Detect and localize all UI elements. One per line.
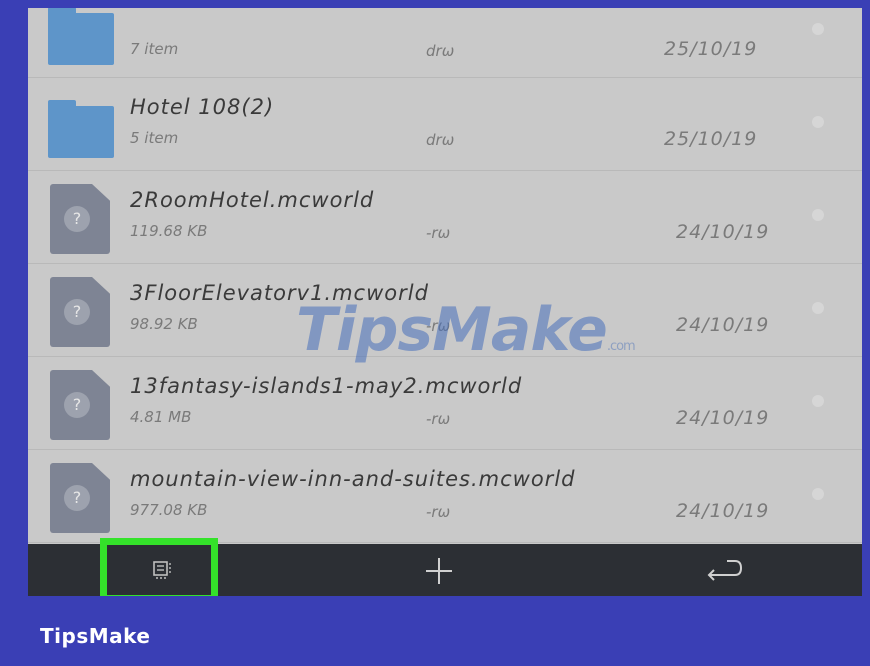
select-dot-icon[interactable] <box>812 395 824 407</box>
file-size: 98.92 KB <box>130 315 198 333</box>
file-name: 13fantasy-islands1-may2.mcworld <box>130 374 523 398</box>
file-date: 25/10/19 <box>664 38 758 60</box>
unknown-file-icon: ? <box>50 184 110 254</box>
file-permissions: drω <box>426 131 455 149</box>
file-permissions: -rω <box>426 503 451 521</box>
list-item[interactable]: Hotel 108(2) 5 item drω 25/10/19 <box>28 78 862 171</box>
watermark: TipsMake.com <box>296 295 636 365</box>
brand-label: TipsMake <box>40 624 151 648</box>
file-permissions: drω <box>426 42 455 60</box>
file-date: 24/10/19 <box>676 314 770 336</box>
select-dot-icon[interactable] <box>812 488 824 500</box>
file-name: Hotel 108(2) <box>130 95 275 119</box>
file-size: 7 item <box>130 40 179 58</box>
unknown-file-icon: ? <box>50 370 110 440</box>
select-dot-icon[interactable] <box>812 302 824 314</box>
file-size: 4.81 MB <box>130 408 192 426</box>
select-dot-icon[interactable] <box>812 23 824 35</box>
list-item[interactable]: 7 item drω 25/10/19 <box>28 8 862 78</box>
file-size: 5 item <box>130 129 179 147</box>
file-permissions: -rω <box>426 410 451 428</box>
file-date: 24/10/19 <box>676 407 770 429</box>
list-item[interactable]: ? 2RoomHotel.mcworld 119.68 KB -rω 24/10… <box>28 171 862 264</box>
select-dot-icon[interactable] <box>812 116 824 128</box>
select-dot-icon[interactable] <box>812 209 824 221</box>
file-name: 2RoomHotel.mcworld <box>130 188 375 212</box>
file-date: 24/10/19 <box>676 500 770 522</box>
back-icon[interactable] <box>705 558 743 582</box>
list-item[interactable]: ? 13fantasy-islands1-may2.mcworld 4.81 M… <box>28 357 862 450</box>
file-manager-screen: 7 item drω 25/10/19 Hotel 108(2) 5 item … <box>28 8 862 596</box>
file-date: 25/10/19 <box>664 128 758 150</box>
file-name: mountain-view-inn-and-suites.mcworld <box>130 467 576 491</box>
file-size: 977.08 KB <box>130 501 208 519</box>
folder-icon <box>48 8 114 65</box>
list-item[interactable]: ? mountain-view-inn-and-suites.mcworld 9… <box>28 450 862 543</box>
file-date: 24/10/19 <box>676 221 770 243</box>
bottom-toolbar <box>28 538 862 596</box>
unknown-file-icon: ? <box>50 277 110 347</box>
file-permissions: -rω <box>426 224 451 242</box>
file-size: 119.68 KB <box>130 222 208 240</box>
file-list: 7 item drω 25/10/19 Hotel 108(2) 5 item … <box>28 8 862 543</box>
plus-icon[interactable] <box>425 557 453 585</box>
select-icon[interactable] <box>153 561 173 579</box>
unknown-file-icon: ? <box>50 463 110 533</box>
folder-icon <box>48 100 114 158</box>
